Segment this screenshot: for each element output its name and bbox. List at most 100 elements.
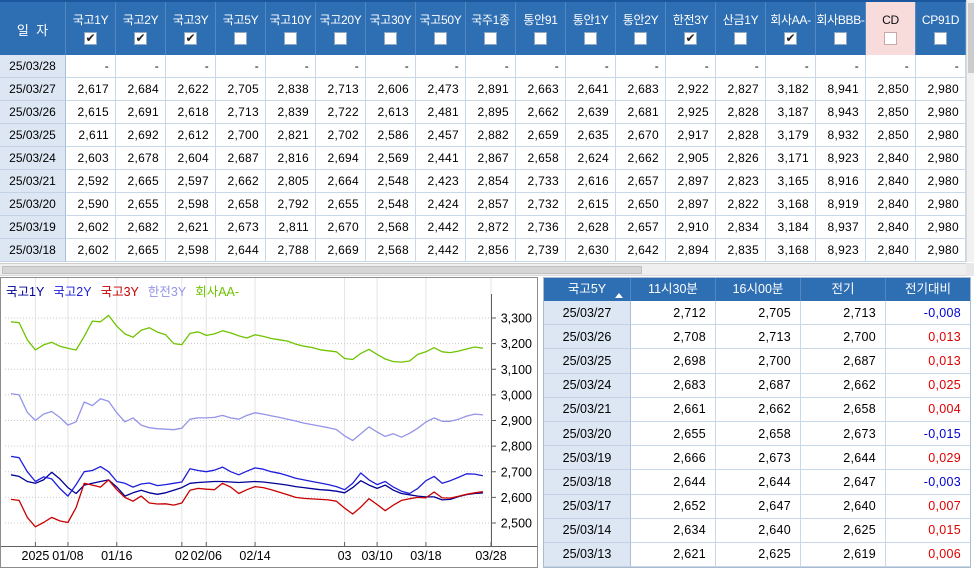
column-checkbox[interactable] (534, 32, 547, 45)
column-checkbox[interactable] (884, 32, 897, 45)
yield-cell: 2,603 (66, 147, 116, 170)
yield-cell: 8,919 (816, 193, 866, 216)
column-label: 통안91 (523, 13, 558, 27)
yield-cell: 2,612 (166, 124, 216, 147)
column-checkbox[interactable] (484, 32, 497, 45)
yield-cell: 2,664 (316, 170, 366, 193)
column-label: 국고5Y (222, 13, 259, 27)
column-checkbox[interactable] (934, 32, 947, 45)
column-header-회사AA-[interactable]: 회사AA- ✔ (766, 2, 816, 55)
column-checkbox[interactable] (384, 32, 397, 45)
column-header-국고10Y[interactable]: 국고10Y (266, 2, 316, 55)
column-header-통안91[interactable]: 통안91 (516, 2, 566, 55)
column-header-국주1종[interactable]: 국주1종 (466, 2, 516, 55)
value-1600-cell: 2,625 (716, 542, 801, 568)
yield-cell: 8,943 (816, 101, 866, 124)
date-cell: 25/03/27 (0, 78, 66, 101)
prev-cell: 2,619 (801, 542, 886, 568)
date-cell: 25/03/21 (544, 397, 631, 422)
column-header-CD[interactable]: CD (866, 2, 916, 55)
date-cell: 25/03/19 (0, 216, 66, 239)
column-label: 국고50Y (419, 13, 462, 27)
column-header-산금1Y[interactable]: 산금1Y (716, 2, 766, 55)
value-1600-cell: 2,658 (716, 421, 801, 447)
yield-cell: 2,857 (466, 193, 516, 216)
prev-cell: 2,662 (801, 373, 886, 398)
yield-cell: 2,722 (316, 101, 366, 124)
legend-item-한전3Y: 한전3Y (147, 285, 187, 299)
vertical-scrollbar-thumb[interactable] (968, 3, 974, 73)
svg-text:2,600: 2,600 (501, 491, 532, 505)
ktb5y-intraday-table: 국고5Y 11시30분 16시00분 전기 전기대비 25/03/27 2,712 2,7… (543, 277, 971, 568)
column-checkbox[interactable] (284, 32, 297, 45)
column-checkbox[interactable] (734, 32, 747, 45)
yield-cell: 2,621 (166, 216, 216, 239)
column-header-국고30Y[interactable]: 국고30Y (366, 2, 416, 55)
yield-cell: 3,168 (766, 193, 816, 216)
daily-yield-table: 일 자 국고1Y ✔ 국고2Y ✔ 국고3Y ✔ 국고5Y 국고10Y 국고20Y 국고30Y 국고… (0, 0, 966, 262)
ktb5y-sort-header[interactable]: 국고5Y (544, 278, 631, 301)
date-cell: 25/03/21 (0, 170, 66, 193)
column-checkbox[interactable]: ✔ (134, 32, 147, 45)
vertical-scrollbar[interactable] (966, 0, 974, 262)
column-header-국고20Y[interactable]: 국고20Y (316, 2, 366, 55)
column-header-국고5Y[interactable]: 국고5Y (216, 2, 266, 55)
column-checkbox[interactable]: ✔ (184, 32, 197, 45)
yield-cell: 2,622 (166, 78, 216, 101)
yield-cell: 2,922 (666, 78, 716, 101)
yield-cell: 2,713 (316, 78, 366, 101)
table-row: 25/03/18 2,644 2,644 2,647 -0,003 (544, 470, 970, 495)
yield-cell: 2,894 (666, 239, 716, 262)
column-header-회사BBB-[interactable]: 회사BBB- (816, 2, 866, 55)
column-checkbox[interactable]: ✔ (684, 32, 697, 45)
svg-text:3,100: 3,100 (501, 363, 532, 377)
column-header-전기: 전기 (801, 278, 886, 301)
column-header-한전3Y[interactable]: 한전3Y ✔ (666, 2, 716, 55)
svg-text:02/14: 02/14 (239, 549, 270, 563)
column-header-국고50Y[interactable]: 국고50Y (416, 2, 466, 55)
column-header-통안2Y[interactable]: 통안2Y (616, 2, 666, 55)
sort-ascending-icon (615, 293, 623, 298)
yield-cell: 2,823 (716, 170, 766, 193)
yield-cell: 2,732 (516, 193, 566, 216)
yield-cell: 3,168 (766, 239, 816, 262)
table-row: 25/03/27 2,712 2,705 2,713 -0,008 (544, 301, 970, 326)
svg-text:2025: 2025 (22, 549, 50, 563)
column-checkbox[interactable]: ✔ (784, 32, 797, 45)
date-cell: 25/03/20 (544, 421, 631, 447)
column-header-통안1Y[interactable]: 통안1Y (566, 2, 616, 55)
yield-cell: 2,602 (66, 216, 116, 239)
yield-cell: 2,598 (166, 193, 216, 216)
table-row: 25/03/20 2,655 2,658 2,673 -0,015 (544, 421, 970, 447)
date-cell: 25/03/24 (0, 147, 66, 170)
column-header-CP91D[interactable]: CP91D (916, 2, 966, 55)
ktb5y-table-header: 국고5Y 11시30분 16시00분 전기 전기대비 (544, 278, 970, 301)
column-header-국고1Y[interactable]: 국고1Y ✔ (66, 2, 116, 55)
column-checkbox[interactable] (434, 32, 447, 45)
horizontal-scrollbar[interactable] (0, 263, 966, 276)
yield-cell: 2,659 (516, 124, 566, 147)
yield-cell: 2,980 (916, 216, 966, 239)
svg-text:2,800: 2,800 (501, 440, 532, 454)
table-row: 25/03/21 2,661 2,662 2,658 0,004 (544, 397, 970, 422)
column-checkbox[interactable] (584, 32, 597, 45)
column-checkbox[interactable] (634, 32, 647, 45)
column-checkbox[interactable] (334, 32, 347, 45)
column-checkbox[interactable] (234, 32, 247, 45)
value-1600-cell: 2,713 (716, 325, 801, 350)
column-header-국고3Y[interactable]: 국고3Y ✔ (166, 2, 216, 55)
yield-line-chart: 2,500 2,600 2,700 2,800 2,900 3,000 3,100 3,200… (1, 278, 537, 563)
horizontal-scrollbar-thumb[interactable] (2, 266, 642, 274)
column-checkbox[interactable] (834, 32, 847, 45)
value-1130-cell: 2,652 (631, 494, 716, 519)
svg-text:3,200: 3,200 (501, 337, 532, 351)
column-header-국고2Y[interactable]: 국고2Y ✔ (116, 2, 166, 55)
yield-cell: 3,187 (766, 101, 816, 124)
diff-cell: -0,015 (886, 422, 970, 447)
column-checkbox[interactable]: ✔ (84, 32, 97, 45)
table-row: 25/03/17 2,652 2,647 2,640 0,007 (544, 494, 970, 519)
yield-cell: 2,442 (416, 239, 466, 262)
yield-cell: - (416, 55, 466, 78)
yield-cell: 2,604 (166, 147, 216, 170)
diff-cell: 0,029 (886, 446, 970, 471)
